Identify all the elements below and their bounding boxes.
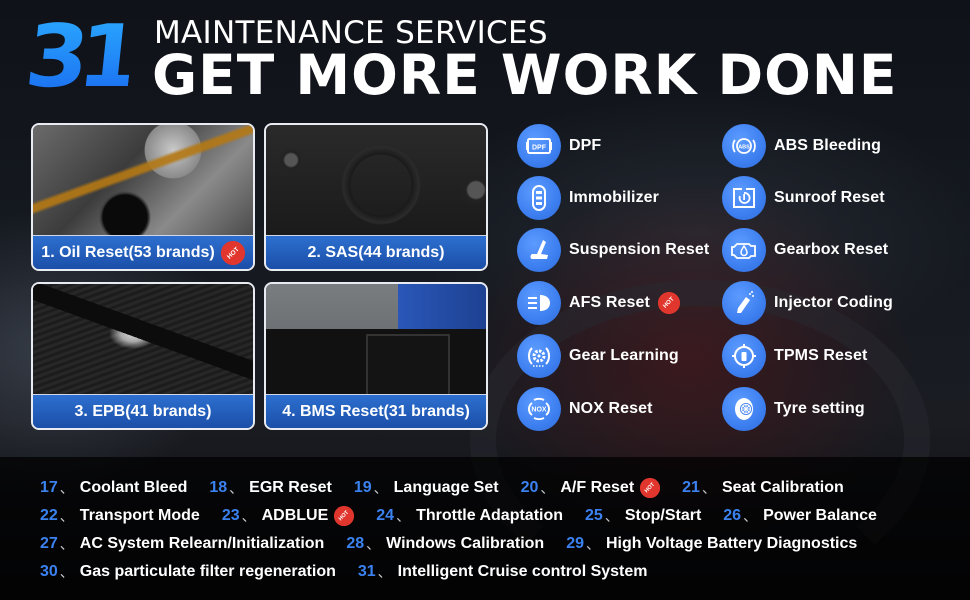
card-label: 2. SAS(44 brands) — [307, 243, 445, 261]
feature-label: Gearbox Reset — [774, 241, 889, 258]
feature-label: Suspension Reset — [569, 241, 710, 258]
feature-abs-bleeding[interactable]: ABS ABS Bleeding — [722, 124, 881, 168]
service-item: 28、 Windows Calibration — [346, 535, 545, 552]
service-item: 31、 Intelligent Cruise control System — [357, 563, 648, 580]
feature-label: Gear Learning — [569, 347, 679, 364]
abs-icon: ABS — [722, 124, 766, 168]
service-item: 17、 Coolant Bleed — [40, 479, 188, 496]
more-services-row: 17、 Coolant Bleed 18、 EGR Reset 19、 Languag… — [40, 473, 866, 503]
svg-text:ABS: ABS — [738, 144, 750, 150]
card-caption: 1. Oil Reset(53 brands) HOT — [33, 235, 253, 269]
feature-nox-reset[interactable]: NOX NOX Reset — [517, 387, 653, 431]
feature-tyre-setting[interactable]: Tyre setting — [722, 387, 865, 431]
svg-text:DPF: DPF — [532, 145, 547, 152]
card-label: 3. EPB(41 brands) — [74, 402, 212, 420]
feature-sunroof-reset[interactable]: Sunroof Reset — [722, 176, 885, 220]
feature-label: NOX Reset — [569, 400, 653, 417]
hot-badge-icon: HOT — [636, 473, 665, 503]
parking-brake-photo — [33, 284, 253, 396]
service-item: 29、 High Voltage Battery Diagnostics — [566, 535, 858, 552]
feature-gearbox-reset[interactable]: Gearbox Reset — [722, 228, 888, 272]
service-card-bms-reset[interactable]: 4. BMS Reset(31 brands) — [264, 282, 488, 430]
service-card-epb[interactable]: 3. EPB(41 brands) — [31, 282, 255, 430]
key-fob-icon — [517, 176, 561, 220]
tpms-icon — [722, 334, 766, 378]
service-item: 21、 Seat Calibration — [682, 479, 844, 496]
service-item: 26、 Power Balance — [723, 507, 877, 524]
card-caption: 2. SAS(44 brands) — [266, 235, 486, 269]
service-item: 20、 A/F Reset HOT — [521, 473, 665, 503]
sunroof-icon — [722, 176, 766, 220]
feature-injector-coding[interactable]: Injector Coding — [722, 281, 893, 325]
feature-label: TPMS Reset — [774, 347, 868, 364]
engine-oil-icon — [722, 228, 766, 272]
more-services-row: 27、 AC System Relearn/Initialization 28、 W… — [40, 532, 879, 556]
service-item: 24、 Throttle Adaptation — [376, 507, 564, 524]
more-services-row: 30、 Gas particulate filter regeneration 3… — [40, 560, 670, 584]
service-item: 22、 Transport Mode — [40, 507, 200, 524]
card-label: 1. Oil Reset(53 brands) — [41, 243, 215, 261]
feature-tpms-reset[interactable]: TPMS Reset — [722, 334, 867, 378]
steering-wheel-photo — [266, 125, 486, 237]
service-item: 25、 Stop/Start — [585, 507, 702, 524]
service-item: 30、 Gas particulate filter regeneration — [40, 563, 336, 580]
feature-label: ABS Bleeding — [774, 137, 881, 154]
headline-title: GET MORE WORK DONE — [152, 43, 898, 107]
dpf-icon: DPF — [517, 124, 561, 168]
headlight-icon — [517, 281, 561, 325]
injector-icon — [722, 281, 766, 325]
service-item: 19、 Language Set — [353, 479, 499, 496]
feature-dpf[interactable]: DPF DPF — [517, 124, 601, 168]
tyre-icon — [722, 387, 766, 431]
seat-icon — [517, 228, 561, 272]
feature-label: DPF — [569, 137, 602, 154]
feature-label: Immobilizer — [569, 189, 660, 206]
hot-badge-icon: HOT — [653, 287, 685, 319]
feature-gear-learning[interactable]: Gear Learning — [517, 334, 679, 378]
gear-icon — [517, 334, 561, 378]
hot-badge-icon: HOT — [330, 501, 359, 531]
more-services-row: 22、 Transport Mode 23、 ADBLUE HOT 24、 Thrott… — [40, 501, 899, 531]
service-item: 18、 EGR Reset — [209, 479, 332, 496]
card-label: 4. BMS Reset(31 brands) — [282, 402, 470, 420]
feature-label: Sunroof Reset — [774, 189, 885, 206]
oil-pouring-photo — [33, 125, 253, 237]
hot-badge-icon: HOT — [215, 235, 250, 269]
service-card-sas[interactable]: 2. SAS(44 brands) — [264, 123, 488, 271]
feature-label: Injector Coding — [774, 294, 893, 311]
feature-label: AFS Reset — [569, 294, 650, 311]
service-item: 23、 ADBLUE HOT — [222, 501, 359, 531]
card-caption: 3. EPB(41 brands) — [33, 394, 253, 428]
feature-label: Tyre setting — [774, 400, 865, 417]
nox-icon: NOX — [517, 387, 561, 431]
service-card-oil-reset[interactable]: 1. Oil Reset(53 brands) HOT — [31, 123, 255, 271]
feature-immobilizer[interactable]: Immobilizer — [517, 176, 659, 220]
car-battery-photo — [266, 284, 486, 398]
feature-afs-reset[interactable]: AFS Reset HOT — [517, 281, 685, 325]
svg-text:NOX: NOX — [531, 407, 547, 414]
service-count: 31 — [20, 7, 136, 107]
feature-suspension-reset[interactable]: Suspension Reset — [517, 228, 709, 272]
card-caption: 4. BMS Reset(31 brands) — [266, 394, 486, 428]
service-item: 27、 AC System Relearn/Initialization — [40, 535, 325, 552]
